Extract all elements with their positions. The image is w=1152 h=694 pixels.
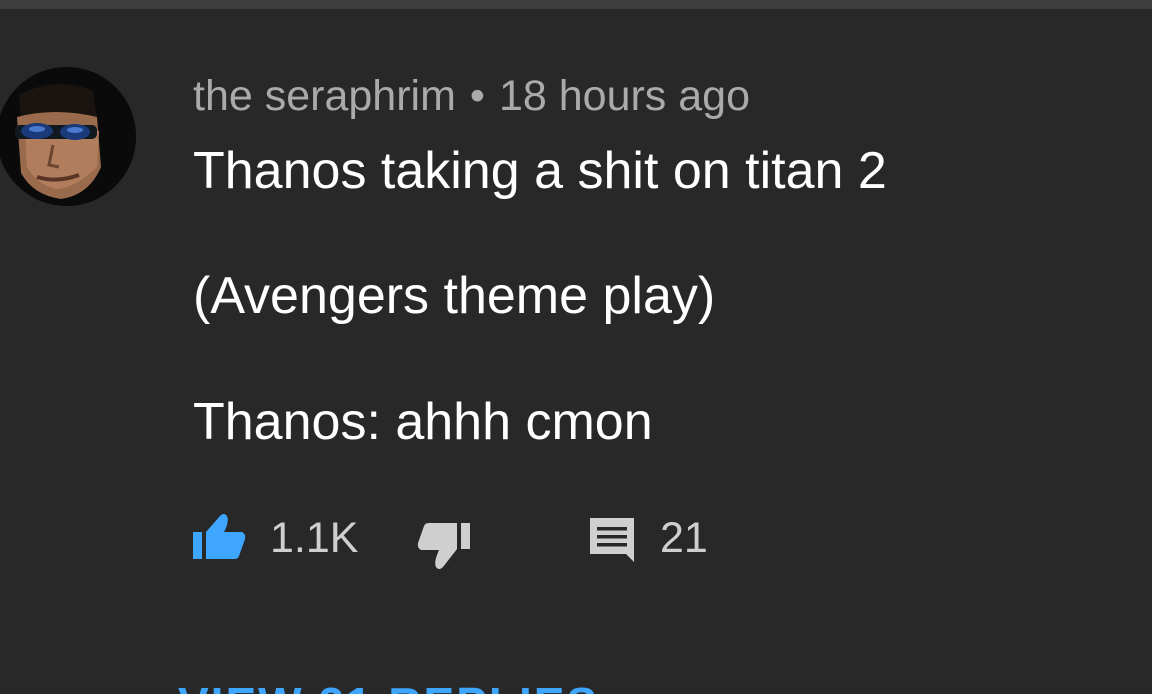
comment-thread: the seraphrim • 18 hours ago Thanos taking… [0, 9, 1152, 694]
top-divider [0, 0, 1152, 9]
comment-text-line: Thanos: ahhh cmon [193, 393, 653, 451]
author-name[interactable]: the seraphrim [193, 72, 456, 120]
comment-header: the seraphrim • 18 hours ago [193, 71, 750, 121]
thumbs-up-icon[interactable] [192, 512, 246, 565]
avatar-image [0, 67, 136, 206]
timestamp[interactable]: 18 hours ago [499, 72, 750, 120]
separator-dot: • [469, 72, 485, 120]
comment-actions: 1.1K 21 [0, 504, 1152, 574]
reply-count: 21 [660, 514, 708, 562]
comment-text-line: (Avengers theme play) [193, 267, 716, 325]
like-count: 1.1K [270, 514, 359, 562]
avatar[interactable] [0, 67, 136, 206]
comment-icon[interactable] [588, 516, 636, 571]
view-replies-button[interactable]: VIEW 21 REPLIES [178, 681, 599, 694]
thumbs-down-icon[interactable] [415, 521, 471, 576]
comment-text-line: Thanos taking a shit on titan 2 [193, 142, 887, 200]
